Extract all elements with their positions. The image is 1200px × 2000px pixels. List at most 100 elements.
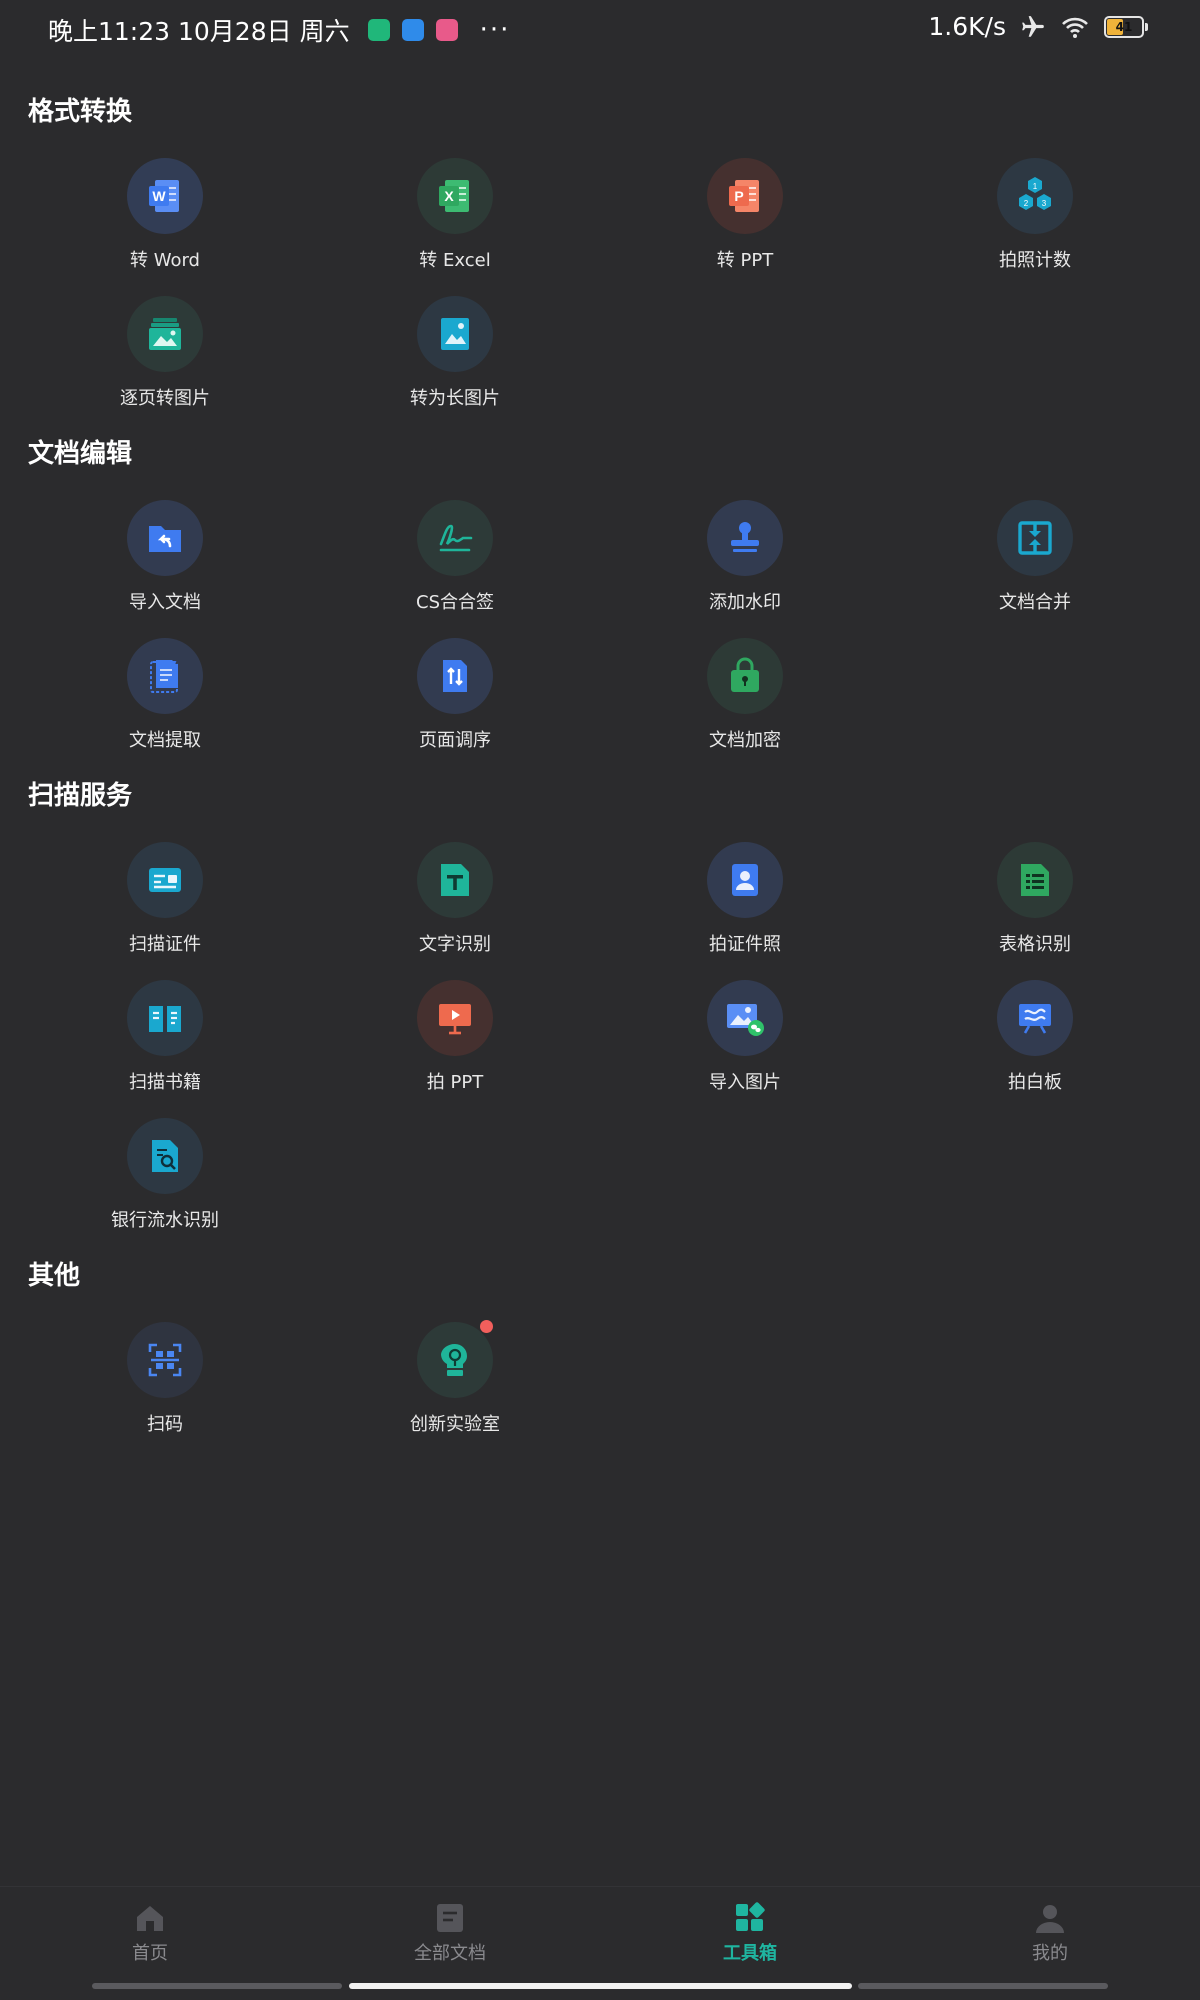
video-app-icon <box>401 19 424 41</box>
tool-label: 转 Excel <box>419 250 491 271</box>
merge-icon <box>997 500 1073 576</box>
tool-id-photo[interactable]: 拍证件照 <box>600 842 890 962</box>
nav-profile[interactable]: 我的 <box>900 1887 1200 1971</box>
tool-label: 文档合并 <box>999 592 1071 613</box>
lock-icon <box>707 638 783 714</box>
extract-icon <box>127 638 203 714</box>
nav-label: 工具箱 <box>723 1943 777 1964</box>
tool-label: 扫码 <box>147 1414 183 1435</box>
tool-label: 扫描书籍 <box>129 1072 201 1093</box>
tool-innovation-lab[interactable]: 创新实验室 <box>310 1320 600 1442</box>
id-photo-icon <box>707 842 783 918</box>
nav-home[interactable]: 首页 <box>0 1887 300 1971</box>
tool-text-recognition[interactable]: 文字识别 <box>310 842 600 962</box>
section-others: 其他 扫码 创新实验室 <box>0 1254 1200 1442</box>
tool-scan-code[interactable]: 扫码 <box>20 1322 310 1442</box>
tool-photo-count[interactable]: 12 3 拍照计数 <box>890 158 1180 278</box>
whiteboard-icon <box>997 980 1073 1056</box>
tool-label: 文字识别 <box>419 934 491 955</box>
tool-label: 创新实验室 <box>410 1414 500 1435</box>
section-format-conversion: 格式转换 W 转 Word X 转 Excel P 转 PPT 1 2 3 拍照… <box>0 90 1200 416</box>
tool-label: 逐页转图片 <box>120 388 210 409</box>
tool-label: 页面调序 <box>419 730 491 751</box>
lab-icon <box>417 1320 493 1398</box>
section-title: 文档编辑 <box>28 439 133 469</box>
nav-label: 全部文档 <box>414 1943 486 1964</box>
book-icon <box>127 980 203 1056</box>
tool-label: 添加水印 <box>709 592 781 613</box>
tool-label: 文档提取 <box>129 730 201 751</box>
tool-import-image[interactable]: 导入图片 <box>600 980 890 1100</box>
tool-capture-whiteboard[interactable]: 拍白板 <box>890 980 1180 1100</box>
excel-icon: X <box>417 158 493 234</box>
nav-all-documents[interactable]: 全部文档 <box>300 1887 600 1971</box>
stamp-icon <box>707 500 783 576</box>
tool-reorder-pages[interactable]: 页面调序 <box>310 638 600 758</box>
svg-text:P: P <box>734 188 743 204</box>
qr-scan-icon <box>127 1322 203 1398</box>
nav-label: 首页 <box>132 1943 168 1964</box>
home-icon <box>137 1906 163 1931</box>
svg-text:X: X <box>444 188 454 204</box>
id-card-icon <box>127 842 203 918</box>
section-document-editing: 文档编辑 导入文档 CS合合签 添加水印 文档合并 文档提取 页面调序 文档加密 <box>0 432 1200 758</box>
reorder-icon <box>417 638 493 714</box>
toolbox-content: 格式转换 W 转 Word X 转 Excel P 转 PPT 1 2 3 拍照… <box>0 90 1200 1458</box>
status-bar: 晚上11:23 10月28日 周六 ··· 1.6K/s 41 <box>0 0 1200 60</box>
tool-pages-to-images[interactable]: 逐页转图片 <box>20 296 310 416</box>
tool-label: 导入文档 <box>129 592 201 613</box>
bottom-navigation: 首页 全部文档 工具箱 我的 <box>0 1886 1200 1971</box>
signature-icon <box>417 500 493 576</box>
svg-text:3: 3 <box>1042 199 1047 208</box>
import-image-icon <box>707 980 783 1056</box>
documents-icon <box>437 1904 463 1932</box>
tool-scan-id[interactable]: 扫描证件 <box>20 842 310 962</box>
battery-level: 41 <box>1115 19 1133 34</box>
section-title: 其他 <box>28 1261 81 1291</box>
tool-to-long-image[interactable]: 转为长图片 <box>310 296 600 416</box>
tool-bank-statement[interactable]: 银行流水识别 <box>20 1118 310 1238</box>
nav-label: 我的 <box>1032 1943 1068 1964</box>
tool-table-recognition[interactable]: 表格识别 <box>890 842 1180 962</box>
tool-cs-sign[interactable]: CS合合签 <box>310 500 600 620</box>
svg-text:W: W <box>152 188 166 204</box>
nav-toolbox[interactable]: 工具箱 <box>600 1887 900 1971</box>
tool-add-watermark[interactable]: 添加水印 <box>600 500 890 620</box>
airplane-mode-icon <box>1022 15 1044 37</box>
tool-to-ppt[interactable]: P 转 PPT <box>600 158 890 278</box>
tool-label: 扫描证件 <box>129 934 201 955</box>
tool-capture-ppt[interactable]: 拍 PPT <box>310 980 600 1100</box>
tool-label: 拍照计数 <box>999 250 1071 271</box>
tool-label: 拍证件照 <box>709 934 781 955</box>
tool-label: 拍 PPT <box>426 1072 484 1093</box>
gesture-bar-left <box>92 1983 342 1989</box>
tool-label: 文档加密 <box>709 730 781 751</box>
tool-merge-documents[interactable]: 文档合并 <box>890 500 1180 620</box>
tool-import-document[interactable]: 导入文档 <box>20 500 310 620</box>
tool-label: 转 PPT <box>716 250 774 271</box>
tool-label: 表格识别 <box>999 934 1071 955</box>
tool-encrypt-document[interactable]: 文档加密 <box>600 638 890 758</box>
tool-to-word[interactable]: W 转 Word <box>20 158 310 278</box>
count-icon: 12 3 <box>997 158 1073 234</box>
tool-extract-document[interactable]: 文档提取 <box>20 638 310 758</box>
image-pages-icon <box>127 296 203 372</box>
svg-text:1: 1 <box>1033 182 1038 191</box>
battery-icon: 41 <box>1104 15 1144 38</box>
tool-to-excel[interactable]: X 转 Excel <box>310 158 600 278</box>
tool-label: 转为长图片 <box>410 388 500 409</box>
section-title: 格式转换 <box>28 97 133 127</box>
bank-statement-icon <box>127 1118 203 1194</box>
tool-label: 导入图片 <box>709 1072 781 1093</box>
tool-label: 转 Word <box>130 250 200 271</box>
table-ocr-icon <box>997 842 1073 918</box>
gesture-bar-home[interactable] <box>349 1983 852 1989</box>
network-speed: 1.6K/s <box>928 12 1006 41</box>
tool-scan-book[interactable]: 扫描书籍 <box>20 980 310 1100</box>
new-badge-dot <box>480 1320 493 1333</box>
gesture-bar-right <box>858 1983 1108 1989</box>
status-time: 晚上11:23 10月28日 周六 <box>48 17 350 46</box>
word-icon: W <box>127 158 203 234</box>
long-image-icon <box>417 296 493 372</box>
profile-icon <box>1036 1905 1064 1933</box>
